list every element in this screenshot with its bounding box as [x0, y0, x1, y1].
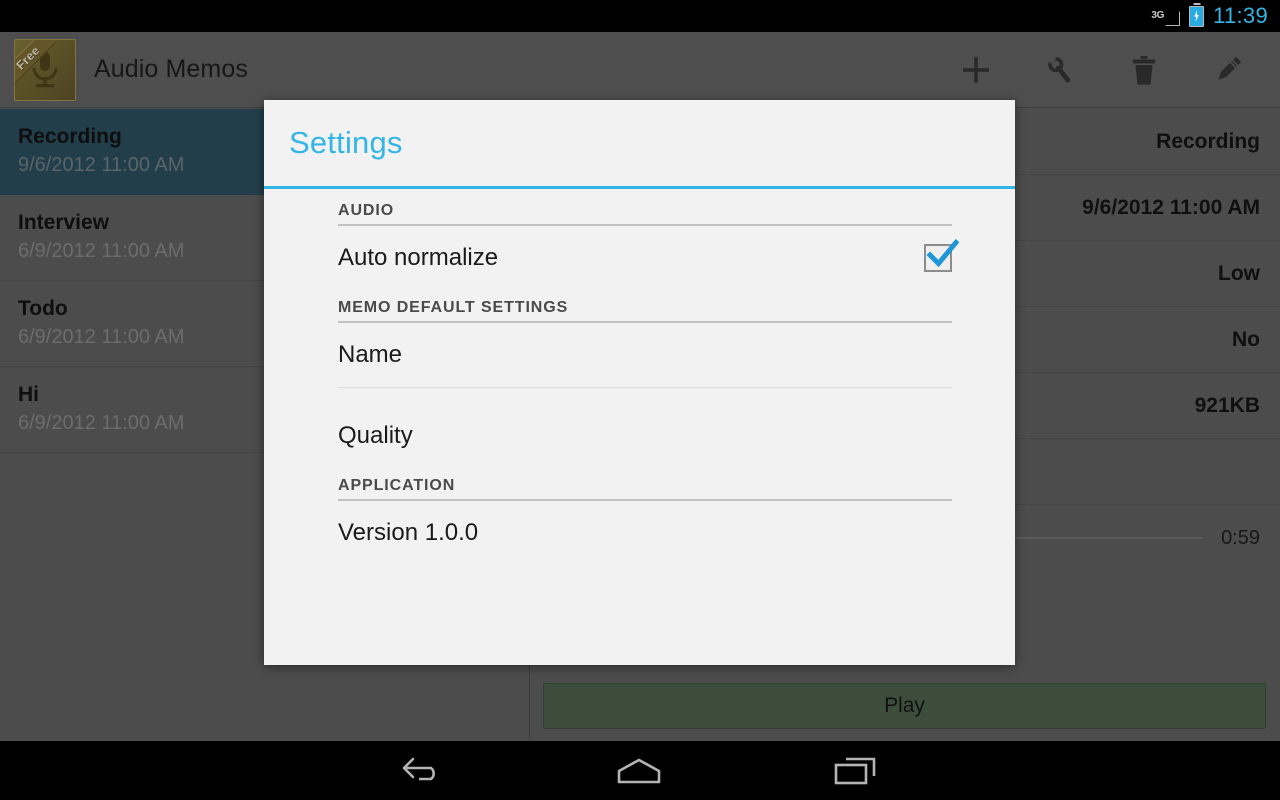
pref-label: Auto normalize	[338, 244, 499, 271]
pref-label: Quality	[338, 422, 413, 449]
pref-row-quality[interactable]: Quality	[338, 404, 952, 469]
detail-value: Recording	[1156, 129, 1260, 153]
play-button[interactable]: Play	[543, 683, 1266, 729]
auto-normalize-checkbox[interactable]	[924, 238, 959, 272]
plus-icon	[963, 56, 989, 83]
section-header-audio: AUDIO	[338, 194, 952, 226]
detail-value: 921KB	[1194, 393, 1260, 417]
home-icon	[617, 758, 661, 783]
action-bar-buttons	[952, 46, 1266, 94]
section-header-application: APPLICATION	[338, 469, 952, 501]
detail-value: Low	[1218, 261, 1260, 285]
trash-icon	[1133, 55, 1155, 85]
action-bar: Free Audio Memos	[0, 32, 1280, 108]
battery-charging-icon	[1189, 5, 1205, 27]
status-bar-clock: 11:39	[1213, 3, 1268, 28]
recent-apps-icon	[834, 757, 876, 784]
pref-row-name[interactable]: Name	[338, 323, 952, 388]
settings-list[interactable]: AUDIO Auto normalize MEMO DEFAULT SETTIN…	[264, 189, 1015, 665]
android-tablet-screen: 3G 11:39 Free Audio Memos Recording 9/6/…	[0, 0, 1280, 800]
settings-dialog: Settings AUDIO Auto normalize MEMO DEFAU…	[264, 100, 1015, 665]
detail-value: No	[1232, 327, 1260, 351]
checkmark-icon	[926, 238, 959, 268]
app-title: Audio Memos	[94, 55, 248, 83]
wrench-icon	[1047, 54, 1071, 82]
tools-button[interactable]	[1036, 46, 1084, 94]
signal-triangle-icon	[1165, 11, 1180, 26]
pencil-icon	[1218, 56, 1242, 80]
navigation-bar	[0, 741, 1280, 800]
dialog-header: Settings	[264, 100, 1015, 189]
network-type-label: 3G	[1151, 10, 1165, 21]
pref-row-version[interactable]: Version 1.0.0	[338, 501, 952, 566]
pref-label: Version 1.0.0	[338, 519, 479, 546]
delete-button[interactable]	[1120, 46, 1168, 94]
pref-row-auto-normalize[interactable]: Auto normalize	[338, 226, 959, 291]
lightning-bolt-icon	[1194, 10, 1199, 22]
nav-recents-button[interactable]	[795, 741, 915, 800]
pref-spacer	[264, 388, 1015, 404]
add-button[interactable]	[952, 46, 1000, 94]
network-indicator: 3G	[1151, 6, 1180, 26]
playback-duration: 0:59	[1221, 526, 1260, 549]
section-header-memo-defaults: MEMO DEFAULT SETTINGS	[338, 291, 952, 323]
dialog-title: Settings	[289, 125, 403, 160]
back-arrow-icon	[402, 757, 435, 780]
nav-back-button[interactable]	[363, 741, 483, 800]
detail-value: 9/6/2012 11:00 AM	[1082, 195, 1260, 219]
edit-button[interactable]	[1204, 46, 1252, 94]
nav-home-button[interactable]	[579, 741, 699, 800]
status-bar: 3G 11:39	[0, 0, 1280, 32]
microphone-app-icon: Free	[14, 38, 76, 101]
pref-label: Name	[338, 341, 403, 368]
